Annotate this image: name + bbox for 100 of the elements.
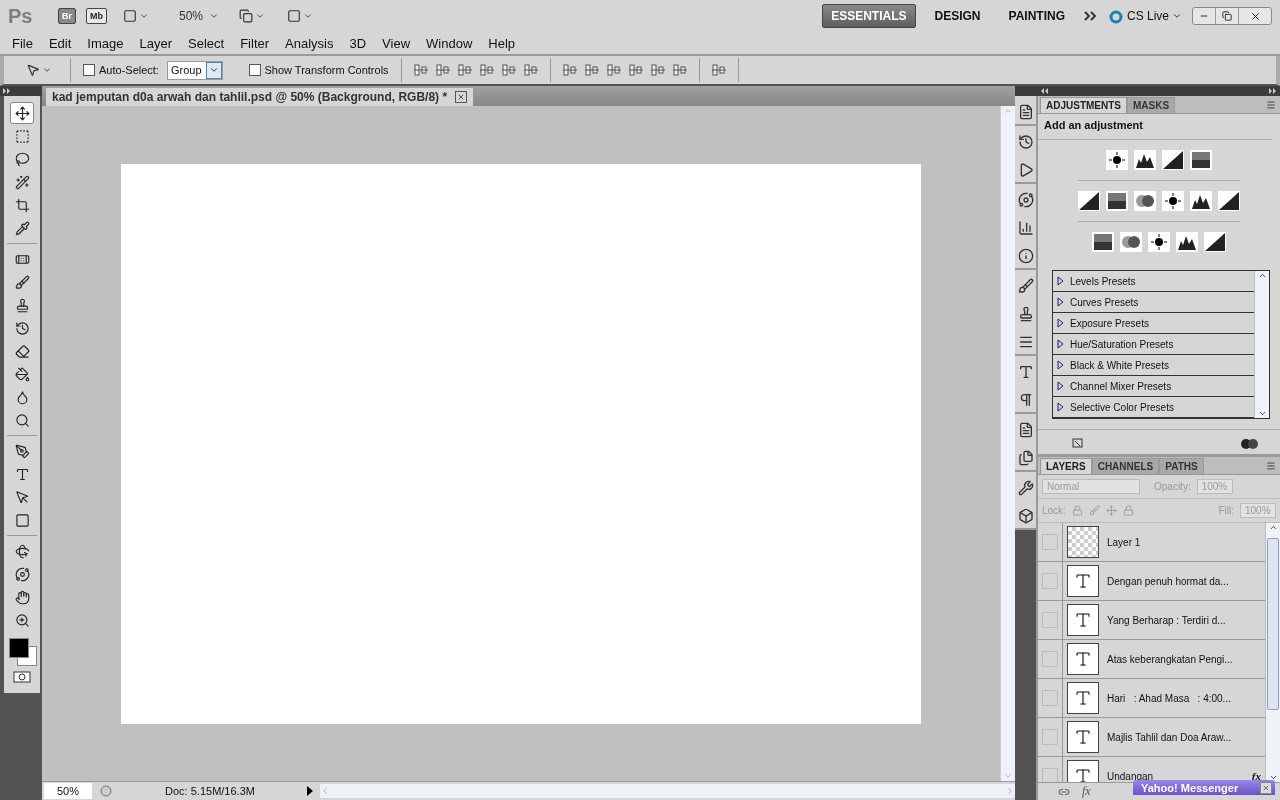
adjustment-icon[interactable] xyxy=(1191,151,1211,169)
panel-icon[interactable] xyxy=(1017,220,1034,236)
expand-icon[interactable] xyxy=(3,88,11,94)
quick-mask-icon[interactable] xyxy=(13,671,31,683)
expand-triangle-icon[interactable] xyxy=(1057,276,1064,286)
panel-view-icon[interactable] xyxy=(1072,438,1086,450)
align-icon[interactable] xyxy=(562,63,577,77)
cs-live-button[interactable]: CS Live xyxy=(1107,8,1182,24)
layer-name: Yang Berharap : Terdiri d... xyxy=(1107,614,1227,626)
menu-item[interactable]: Select xyxy=(180,35,233,51)
preset-row[interactable]: Black & White Presets xyxy=(1053,355,1254,376)
layers-scrollbar[interactable] xyxy=(1265,523,1280,782)
type-icon xyxy=(1074,728,1092,746)
menu-item[interactable]: Help xyxy=(480,35,524,51)
menu-item[interactable]: Layer xyxy=(131,35,181,51)
panel-icon[interactable] xyxy=(1017,450,1034,466)
vertical-scrollbar[interactable] xyxy=(1000,106,1015,781)
adjustment-icon[interactable] xyxy=(1079,192,1099,210)
menu-item[interactable]: Analysis xyxy=(277,35,342,51)
bridge-button[interactable]: Br xyxy=(58,8,76,24)
workspace-button[interactable]: PAINTING xyxy=(999,4,1074,28)
align-icon[interactable] xyxy=(435,63,450,77)
horizontal-scrollbar[interactable] xyxy=(320,784,1015,798)
preset-scrollbar[interactable] xyxy=(1254,271,1269,418)
panel-tab[interactable]: MASKS xyxy=(1127,97,1176,113)
preset-row[interactable]: Hue/Saturation Presets xyxy=(1053,334,1254,355)
panel-icon[interactable] xyxy=(1017,134,1034,150)
panel-icon[interactable] xyxy=(1017,508,1034,524)
expand-triangle-icon[interactable] xyxy=(1057,339,1064,349)
preset-row[interactable]: Selective Color Presets xyxy=(1053,397,1254,418)
adjustment-icon[interactable] xyxy=(1163,192,1183,210)
zoom-field[interactable]: 50% xyxy=(44,783,92,799)
panel-icon[interactable] xyxy=(1017,364,1034,380)
align-icon[interactable] xyxy=(650,63,665,77)
visibility-icon[interactable] xyxy=(1240,438,1260,450)
move-tool[interactable] xyxy=(10,102,34,124)
align-icon[interactable] xyxy=(606,63,621,77)
document-info: Doc: 5.15M/16.3M xyxy=(164,785,256,797)
adjustment-icon[interactable] xyxy=(1163,151,1183,169)
align-icon[interactable] xyxy=(413,63,428,77)
align-icon[interactable] xyxy=(523,63,538,77)
panel-icon[interactable] xyxy=(1017,192,1034,208)
adjustment-icon[interactable] xyxy=(1205,233,1225,251)
tool-icon xyxy=(14,543,30,559)
panel-tab[interactable]: ADJUSTMENTS xyxy=(1040,97,1127,113)
preset-row[interactable]: Channel Mixer Presets xyxy=(1053,376,1254,397)
panel-icon[interactable] xyxy=(1017,480,1034,496)
checkbox[interactable] xyxy=(83,64,95,76)
align-icon[interactable] xyxy=(711,63,726,77)
status-menu-icon[interactable] xyxy=(306,786,314,796)
expand-triangle-icon[interactable] xyxy=(1057,402,1064,412)
align-icon[interactable] xyxy=(628,63,643,77)
panel-icon[interactable] xyxy=(1017,278,1034,294)
adjustment-icon[interactable] xyxy=(1093,233,1113,251)
tool-icon xyxy=(14,366,30,382)
menu-item[interactable]: 3D xyxy=(341,35,375,51)
mini-bridge-button[interactable]: Mb xyxy=(86,8,107,24)
menu-item[interactable]: Window xyxy=(418,35,481,51)
preset-row[interactable]: Exposure Presets xyxy=(1053,313,1254,334)
menu-item[interactable]: Edit xyxy=(40,35,80,51)
menu-item[interactable]: Filter xyxy=(232,35,278,51)
expand-triangle-icon[interactable] xyxy=(1057,360,1064,370)
expand-triangle-icon[interactable] xyxy=(1057,381,1064,391)
preset-row[interactable]: Curves Presets xyxy=(1053,292,1254,313)
preset-row[interactable]: Levels Presets xyxy=(1053,271,1254,292)
auto-select-dropdown[interactable]: Group xyxy=(166,60,223,80)
workspace-button[interactable]: DESIGN xyxy=(925,4,990,28)
adjustment-icon[interactable] xyxy=(1107,151,1127,169)
adjustment-icon[interactable] xyxy=(1135,192,1155,210)
notification-window[interactable]: Yahoo! Messenger xyxy=(1133,780,1275,795)
expand-triangle-icon[interactable] xyxy=(1057,318,1064,328)
close-tab-button[interactable] xyxy=(455,91,468,103)
panel-icon[interactable] xyxy=(1017,334,1034,350)
align-icon[interactable] xyxy=(584,63,599,77)
checkbox[interactable] xyxy=(248,64,261,76)
panel-icon[interactable] xyxy=(1017,422,1034,438)
adjustment-icon[interactable] xyxy=(1219,192,1239,210)
menu-item[interactable]: File xyxy=(4,35,41,51)
expand-triangle-icon[interactable] xyxy=(1057,297,1064,307)
align-icon[interactable] xyxy=(501,63,516,77)
expand-icon[interactable] xyxy=(1269,88,1277,94)
align-icon[interactable] xyxy=(479,63,494,77)
panel-icon[interactable] xyxy=(1017,306,1034,322)
workspace-button[interactable]: ESSENTIALS xyxy=(822,4,916,28)
more-workspaces-icon[interactable] xyxy=(1083,11,1098,21)
layer-name: Layer 1 xyxy=(1107,536,1142,548)
close-notification-button[interactable] xyxy=(1260,781,1272,794)
adjustment-icon[interactable] xyxy=(1107,192,1127,210)
zoom-level-dropdown[interactable]: 50% xyxy=(165,9,224,23)
tool-icon xyxy=(14,443,30,459)
align-icon[interactable] xyxy=(457,63,472,77)
document-tab[interactable]: kad jemputan d0a arwah dan tahlil.psd @ 50% (Background, RGB/8) * xyxy=(46,88,474,106)
adjustment-icon[interactable] xyxy=(1149,233,1169,251)
menu-item[interactable]: Image xyxy=(79,35,132,51)
collapse-icon[interactable] xyxy=(1040,88,1048,94)
adjustment-icon[interactable] xyxy=(1121,233,1141,251)
menu-item[interactable]: View xyxy=(374,35,419,51)
panel-icon[interactable] xyxy=(1017,248,1034,264)
panel-icon[interactable] xyxy=(1017,104,1034,120)
align-icon[interactable] xyxy=(672,63,687,77)
